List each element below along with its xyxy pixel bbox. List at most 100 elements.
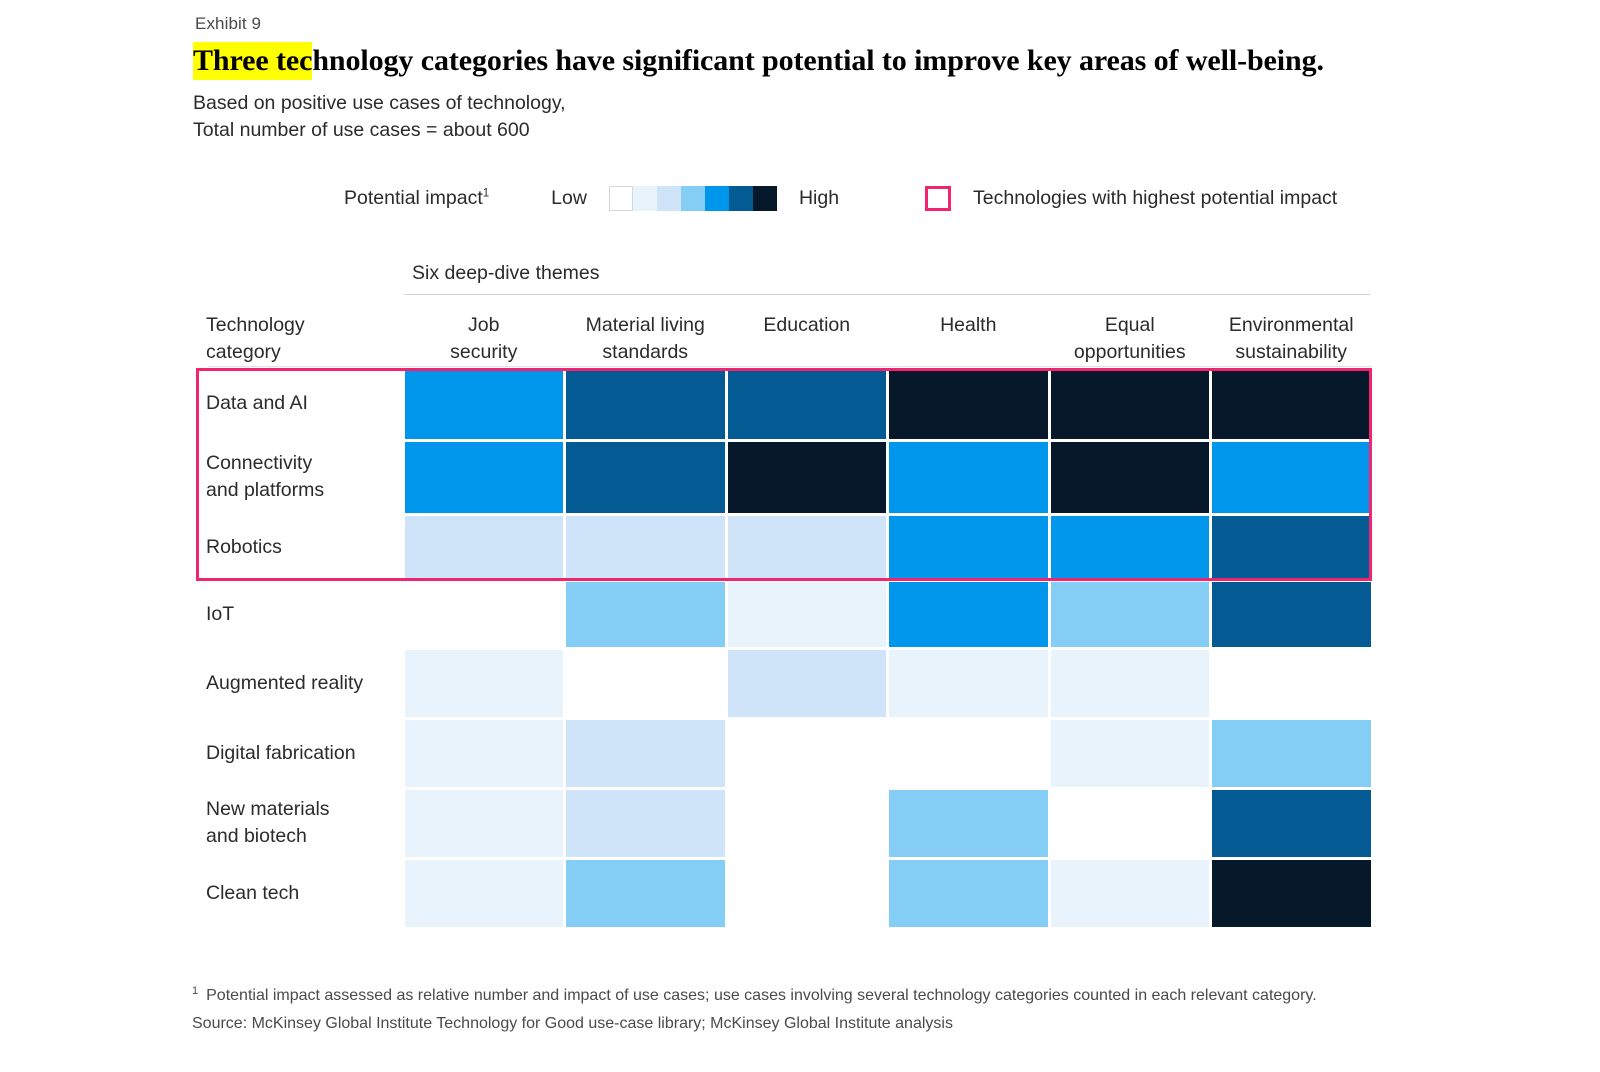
heatmap-cell[interactable] [1050, 789, 1209, 857]
heatmap-cell[interactable] [404, 859, 563, 927]
row-label-line: Digital fabrication [206, 741, 356, 764]
heatmap-cell[interactable] [1212, 515, 1371, 579]
heatmap-cell[interactable] [1050, 859, 1209, 927]
column-header-0: Job security [403, 312, 565, 366]
heatmap-cell[interactable] [1212, 367, 1371, 439]
legend-swatch-5 [728, 185, 753, 211]
heatmap-cell[interactable] [1050, 367, 1209, 439]
highlight-box-icon [925, 185, 951, 211]
legend-low-label: Low [551, 186, 587, 209]
heatmap-cell[interactable] [889, 441, 1048, 513]
heatmap-cell[interactable] [1212, 859, 1371, 927]
heatmap-cell[interactable] [1050, 649, 1209, 717]
row-label-0: Data and AI [196, 366, 403, 440]
heatmap-cell[interactable] [1212, 789, 1371, 857]
heatmap-cell[interactable] [889, 859, 1048, 927]
column-header-line: opportunities [1073, 341, 1186, 363]
subtitle: Based on positive use cases of technolog… [193, 90, 566, 144]
legend-swatch-2 [656, 185, 681, 211]
row-label-line: and biotech [206, 825, 307, 847]
column-header-3: Health [888, 312, 1050, 366]
row-label-line: Clean tech [206, 881, 300, 904]
column-header-line: Education [763, 314, 851, 336]
legend-impact-label: Potential impact1 [344, 186, 490, 209]
heatmap-cell[interactable] [1050, 441, 1209, 513]
source-line: Source: McKinsey Global Institute Techno… [192, 1015, 953, 1032]
page-title: Three technology categories have signifi… [193, 42, 1324, 80]
row-axis-header-line-1: Technology [206, 314, 305, 336]
heatmap-body: Data and AI Connectivity and platforms Robo… [196, 366, 1372, 928]
legend-high-label: High [798, 186, 840, 209]
heatmap-cell[interactable] [727, 649, 886, 717]
legend-footnote-marker: 1 [482, 187, 490, 199]
column-header-2: Education [726, 312, 888, 366]
subtitle-line-1: Based on positive use cases of technolog… [193, 92, 566, 114]
row-label-line: IoT [206, 602, 235, 625]
heatmap-cell[interactable] [404, 367, 563, 439]
heatmap-cell[interactable] [1050, 719, 1209, 787]
heatmap-cell[interactable] [1050, 515, 1209, 579]
heatmap-cell[interactable] [404, 515, 563, 579]
row-label-line: and platforms [206, 479, 325, 501]
column-header-4: Equal opportunities [1049, 312, 1211, 366]
headline-highlighted-text: Three tec [193, 42, 312, 80]
column-header-line: sustainability [1235, 341, 1348, 363]
legend-swatch-4 [704, 185, 729, 211]
heatmap-row: Clean tech [196, 858, 1372, 928]
heatmap-cell[interactable] [727, 789, 886, 857]
heatmap-cell[interactable] [1212, 581, 1371, 647]
heatmap-cell[interactable] [404, 719, 563, 787]
heatmap-cell[interactable] [889, 649, 1048, 717]
heatmap-row: Robotics [196, 514, 1372, 580]
column-header-line: Job [468, 314, 500, 336]
heatmap-cell[interactable] [727, 859, 886, 927]
highlight-legend-label: Technologies with highest potential impa… [973, 186, 1338, 209]
heatmap-cell[interactable] [566, 367, 725, 439]
heatmap-cell[interactable] [404, 789, 563, 857]
heatmap-cell[interactable] [1050, 581, 1209, 647]
heatmap-cell[interactable] [404, 441, 563, 513]
heatmap-cell[interactable] [566, 515, 725, 579]
heatmap-cell[interactable] [566, 859, 725, 927]
heatmap-cell[interactable] [727, 441, 886, 513]
heatmap-cell[interactable] [404, 581, 563, 647]
header-bottom-rule [208, 366, 1372, 367]
heatmap-cell[interactable] [1212, 719, 1371, 787]
heatmap-cell[interactable] [889, 515, 1048, 579]
row-label-6: New materials and biotech [196, 788, 403, 858]
heatmap-cell[interactable] [566, 789, 725, 857]
footnotes: 1 Potential impact assessed as relative n… [192, 982, 1492, 1038]
row-label-5: Digital fabrication [196, 718, 403, 788]
footnote-1: 1 Potential impact assessed as relative n… [192, 982, 1492, 1010]
heatmap-row: Data and AI [196, 366, 1372, 440]
heatmap-cell[interactable] [727, 581, 886, 647]
heatmap-row: Augmented reality [196, 648, 1372, 718]
column-header-line: Health [940, 314, 997, 336]
exhibit-label: Exhibit 9 [195, 14, 262, 33]
heatmap-cell[interactable] [889, 581, 1048, 647]
heatmap-cell[interactable] [566, 441, 725, 513]
column-header-line: Material living [585, 314, 705, 336]
row-label-line: Augmented reality [206, 671, 364, 694]
heatmap-cell[interactable] [1212, 649, 1371, 717]
heatmap-cell[interactable] [889, 367, 1048, 439]
row-label-line: Robotics [206, 535, 282, 558]
heatmap-cell[interactable] [889, 789, 1048, 857]
heatmap-cell[interactable] [1212, 441, 1371, 513]
heatmap-cell[interactable] [889, 719, 1048, 787]
heatmap-cell[interactable] [566, 649, 725, 717]
heatmap-cell[interactable] [566, 581, 725, 647]
heatmap-cell[interactable] [727, 719, 886, 787]
column-header-line: Environmental [1228, 314, 1354, 336]
heatmap-row: Connectivity and platforms [196, 440, 1372, 514]
column-header-line: security [450, 341, 518, 363]
heatmap-cell[interactable] [727, 515, 886, 579]
heatmap-cell[interactable] [566, 719, 725, 787]
heatmap-cell[interactable] [727, 367, 886, 439]
row-label-7: Clean tech [196, 858, 403, 928]
themes-band-rule [404, 294, 1370, 295]
row-label-3: IoT [196, 580, 403, 648]
subtitle-line-2: Total number of use cases = about 600 [193, 119, 530, 141]
heatmap-matrix: Technology category Job security Material … [196, 304, 1372, 928]
heatmap-cell[interactable] [404, 649, 563, 717]
